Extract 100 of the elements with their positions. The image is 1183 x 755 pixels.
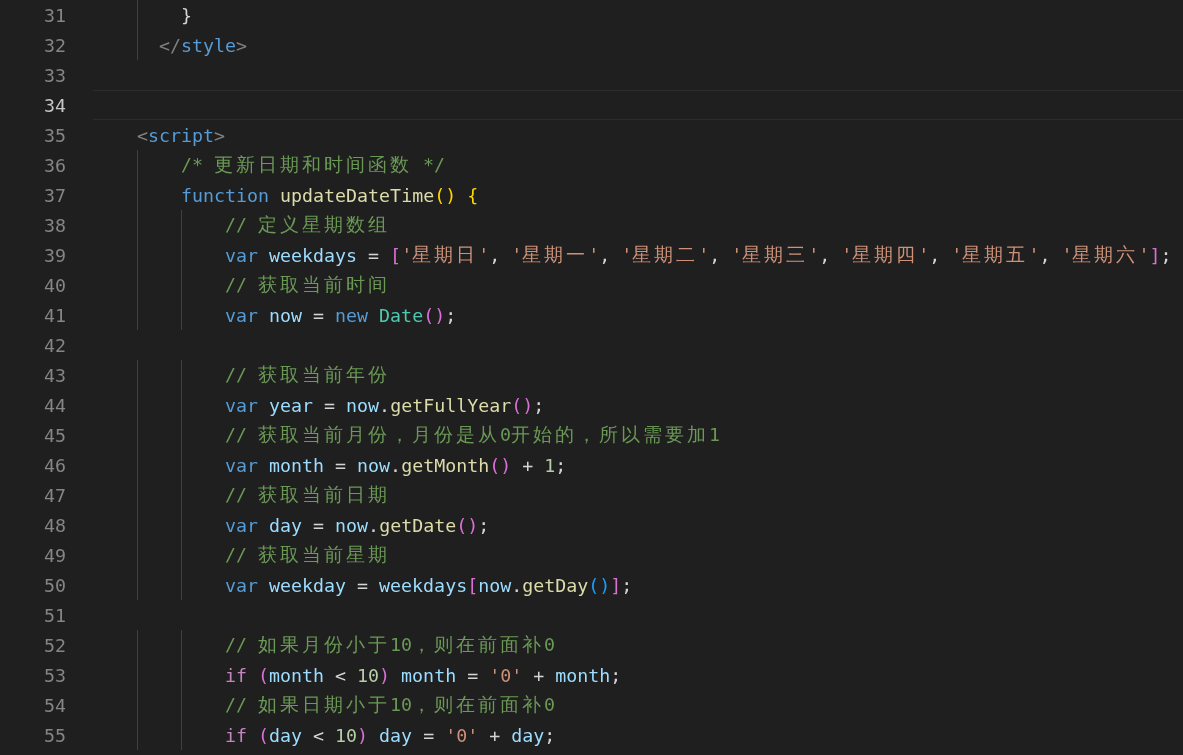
code-punctuation: . bbox=[379, 394, 391, 416]
variable-name: weekdays bbox=[378, 574, 468, 596]
function-name: getDate bbox=[379, 514, 457, 536]
line-number: 50 bbox=[43, 574, 66, 596]
code-punctuation: ; bbox=[544, 724, 556, 746]
code-punctuation: = bbox=[466, 664, 479, 686]
variable-name: month bbox=[268, 454, 325, 476]
variable-name: now bbox=[268, 304, 303, 326]
code-comment: // 获取当前年份 bbox=[225, 362, 391, 387]
code-punctuation: ; bbox=[1160, 244, 1172, 266]
line-number: 35 bbox=[43, 124, 66, 146]
variable-name: day bbox=[510, 724, 545, 746]
variable-name: now bbox=[356, 454, 391, 476]
code-bracket: [ bbox=[389, 244, 402, 266]
line-number: 33 bbox=[43, 64, 66, 86]
line-number: 31 bbox=[43, 4, 66, 26]
tag-bracket: < bbox=[137, 124, 148, 146]
tag-name: script bbox=[148, 124, 215, 146]
code-punctuation: = bbox=[312, 304, 325, 326]
code-keyword: if bbox=[225, 724, 247, 746]
line-number: 49 bbox=[43, 544, 66, 566]
code-keyword: var bbox=[225, 514, 259, 536]
code-punctuation: < bbox=[312, 724, 325, 746]
code-keyword: new bbox=[334, 304, 369, 326]
code-punctuation: . bbox=[511, 574, 523, 596]
variable-name: year bbox=[268, 394, 314, 416]
code-punctuation: + bbox=[521, 454, 534, 476]
code-keyword: var bbox=[225, 394, 259, 416]
code-comment: // 定义星期数组 bbox=[225, 212, 391, 237]
variable-name: day bbox=[269, 724, 303, 746]
code-punctuation: , bbox=[819, 244, 831, 266]
line-number: 46 bbox=[43, 454, 66, 476]
line-number: 34 bbox=[43, 94, 66, 116]
code-punctuation: , bbox=[489, 244, 501, 266]
variable-name: month bbox=[269, 664, 325, 686]
line-number: 36 bbox=[43, 154, 66, 176]
line-number: 44 bbox=[43, 394, 66, 416]
variable-name: now bbox=[334, 514, 369, 536]
code-bracket: ] bbox=[610, 574, 622, 596]
code-comment: // 获取当前日期 bbox=[225, 482, 391, 507]
variable-name: weekdays bbox=[268, 244, 358, 266]
line-number: 38 bbox=[43, 214, 66, 236]
code-punctuation: , bbox=[1039, 244, 1051, 266]
code-punctuation: ; bbox=[445, 304, 457, 326]
code-punctuation: = bbox=[334, 454, 347, 476]
code-punctuation: } bbox=[181, 4, 192, 26]
string-literal: '星期日' bbox=[401, 242, 490, 267]
string-literal: '星期五' bbox=[950, 242, 1040, 267]
variable-name: day bbox=[378, 724, 413, 746]
line-number: 40 bbox=[43, 274, 66, 296]
code-keyword: var bbox=[225, 574, 259, 596]
code-punctuation: . bbox=[368, 514, 380, 536]
variable-name: now bbox=[478, 574, 512, 596]
code-bracket: [ bbox=[467, 574, 479, 596]
code-punctuation: = bbox=[356, 574, 369, 596]
code-punctuation: = bbox=[367, 244, 380, 266]
code-comment: // 获取当前时间 bbox=[225, 272, 391, 297]
number-literal: 1 bbox=[543, 454, 556, 476]
code-punctuation: , bbox=[929, 244, 941, 266]
code-punctuation: = bbox=[422, 724, 435, 746]
string-literal: '星期一' bbox=[510, 242, 600, 267]
number-literal: 10 bbox=[334, 724, 358, 746]
variable-name: day bbox=[268, 514, 303, 536]
number-literal: 10 bbox=[356, 664, 380, 686]
code-bracket: { bbox=[466, 184, 479, 206]
function-name: updateDateTime bbox=[279, 184, 435, 206]
string-literal: '0' bbox=[488, 664, 523, 686]
line-number: 39 bbox=[43, 244, 66, 266]
code-bracket: () bbox=[456, 514, 479, 536]
function-name: getFullYear bbox=[390, 394, 512, 416]
code-comment: // 获取当前星期 bbox=[225, 542, 391, 567]
code-keyword: var bbox=[225, 244, 259, 266]
code-keyword: function bbox=[181, 184, 270, 206]
tag-bracket: > bbox=[236, 34, 248, 56]
code-punctuation: = bbox=[312, 514, 325, 536]
code-punctuation: ; bbox=[621, 574, 633, 596]
string-literal: '星期四' bbox=[840, 242, 930, 267]
variable-name: month bbox=[554, 664, 611, 686]
code-keyword: var bbox=[225, 304, 259, 326]
string-literal: '星期二' bbox=[620, 242, 710, 267]
class-name: Date bbox=[378, 304, 424, 326]
code-bracket: ) bbox=[379, 664, 391, 686]
line-number: 42 bbox=[43, 334, 66, 356]
code-punctuation: ; bbox=[555, 454, 567, 476]
code-bracket: () bbox=[588, 574, 611, 596]
line-number: 48 bbox=[43, 514, 66, 536]
code-punctuation: + bbox=[532, 664, 545, 686]
line-number: 32 bbox=[43, 34, 66, 56]
code-punctuation: ; bbox=[478, 514, 490, 536]
string-literal: '0' bbox=[444, 724, 479, 746]
code-bracket: ] bbox=[1149, 244, 1161, 266]
code-bracket: () bbox=[511, 394, 534, 416]
code-bracket: ) bbox=[357, 724, 369, 746]
string-literal: '星期六' bbox=[1060, 242, 1150, 267]
code-punctuation: , bbox=[599, 244, 611, 266]
line-number: 47 bbox=[43, 484, 66, 506]
line-number: 37 bbox=[43, 184, 66, 206]
variable-name: now bbox=[345, 394, 380, 416]
code-keyword: if bbox=[225, 664, 247, 686]
line-number: 43 bbox=[43, 364, 66, 386]
